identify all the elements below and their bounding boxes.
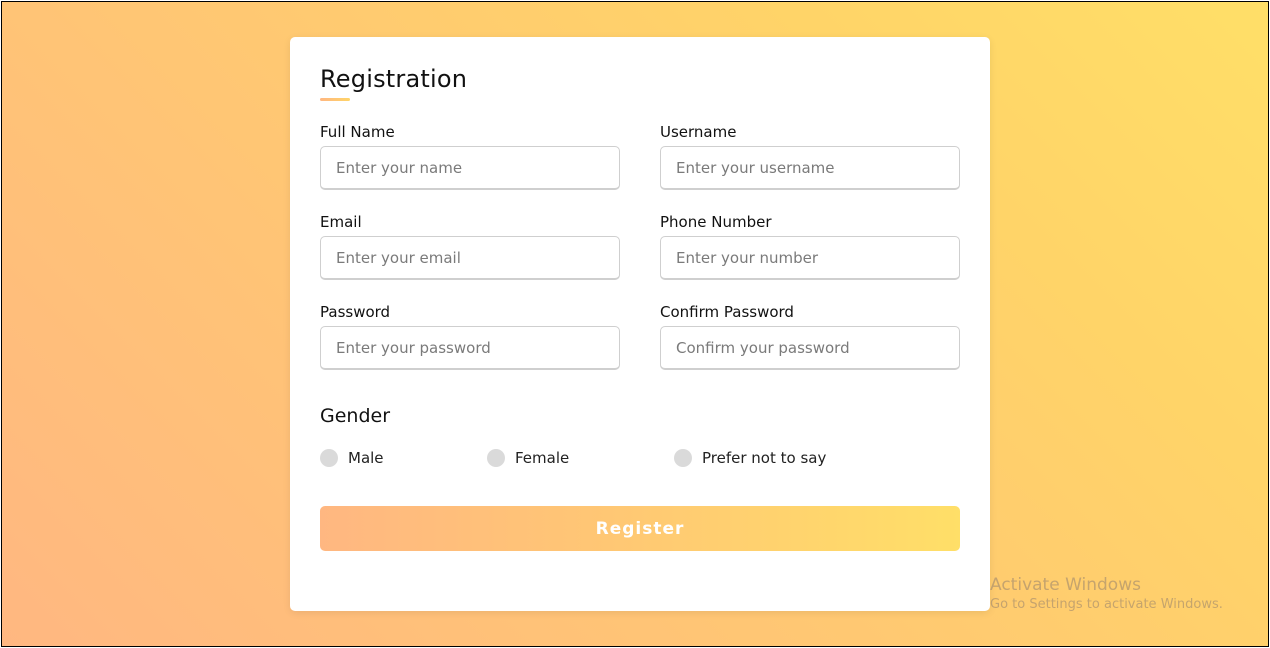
password-input[interactable] (320, 326, 620, 370)
email-label: Email (320, 213, 362, 231)
phone-number-input[interactable] (660, 236, 960, 280)
gender-option-male[interactable]: Male (320, 447, 384, 469)
windows-activation-watermark: Activate Windows Go to Settings to activ… (990, 574, 1223, 614)
phone-number-label: Phone Number (660, 213, 772, 231)
username-field: Username (660, 121, 960, 190)
gender-option-label: Prefer not to say (702, 449, 827, 467)
gender-option-label: Male (348, 449, 384, 467)
full-name-label: Full Name (320, 123, 395, 141)
phone-number-field: Phone Number (660, 211, 960, 280)
page-background: Registration Full Name Username Email Ph… (1, 1, 1269, 647)
radio-male[interactable] (320, 449, 338, 467)
confirm-password-label: Confirm Password (660, 303, 794, 321)
registration-card: Registration Full Name Username Email Ph… (290, 37, 990, 611)
email-field: Email (320, 211, 620, 280)
watermark-subtitle: Go to Settings to activate Windows. (990, 597, 1223, 612)
full-name-field: Full Name (320, 121, 620, 190)
password-field: Password (320, 301, 620, 370)
username-label: Username (660, 123, 737, 141)
gender-option-label: Female (515, 449, 570, 467)
title-underline (320, 98, 350, 101)
gender-title: Gender (320, 405, 391, 427)
email-input[interactable] (320, 236, 620, 280)
radio-female[interactable] (487, 449, 505, 467)
password-label: Password (320, 303, 391, 321)
full-name-input[interactable] (320, 146, 620, 190)
confirm-password-field: Confirm Password (660, 301, 960, 370)
watermark-title: Activate Windows (990, 575, 1141, 595)
register-button[interactable]: Register (320, 506, 960, 551)
username-input[interactable] (660, 146, 960, 190)
confirm-password-input[interactable] (660, 326, 960, 370)
form-title: Registration (320, 65, 468, 93)
radio-prefer-not-to-say[interactable] (674, 449, 692, 467)
gender-option-prefer-not-to-say[interactable]: Prefer not to say (674, 447, 826, 469)
gender-option-female[interactable]: Female (487, 447, 569, 469)
